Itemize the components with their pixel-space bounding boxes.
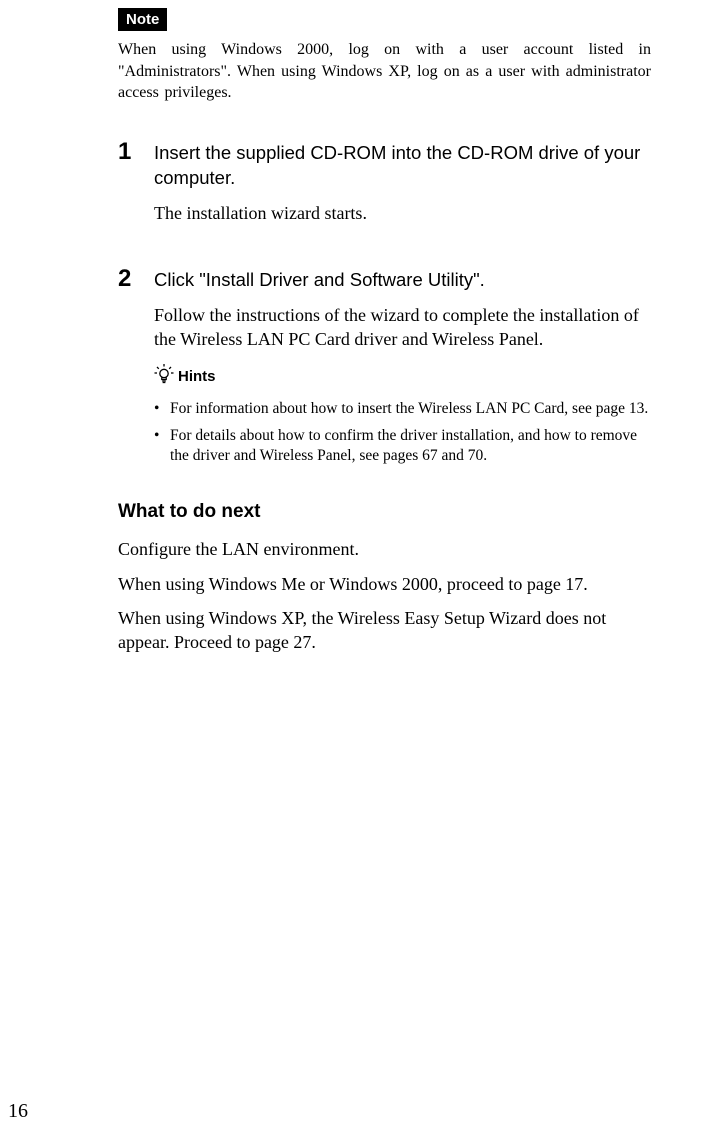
step-title: Click "Install Driver and Software Utili… xyxy=(154,268,651,293)
step-desc: Follow the instructions of the wizard to… xyxy=(154,303,651,352)
bullet-icon: • xyxy=(154,426,170,468)
step-number: 1 xyxy=(118,138,154,166)
hints-list: • For information about how to insert th… xyxy=(154,399,651,468)
note-badge: Note xyxy=(118,8,167,31)
hint-text: For information about how to insert the … xyxy=(170,399,648,420)
page-content: Note When using Windows 2000, log on wit… xyxy=(0,0,713,655)
step-title: Insert the supplied CD-ROM into the CD-R… xyxy=(154,141,651,191)
paragraph: When using Windows XP, the Wireless Easy… xyxy=(118,606,651,655)
section-heading: What to do next xyxy=(118,501,651,523)
note-text: When using Windows 2000, log on with a u… xyxy=(118,39,651,104)
list-item: • For information about how to insert th… xyxy=(154,399,651,420)
page-number: 16 xyxy=(8,1100,28,1123)
lightbulb-icon xyxy=(154,364,178,389)
paragraph: Configure the LAN environment. xyxy=(118,537,651,561)
step-number: 2 xyxy=(118,265,154,293)
hints-label: Hints xyxy=(178,368,216,385)
step-desc: The installation wizard starts. xyxy=(154,201,651,225)
paragraph: When using Windows Me or Windows 2000, p… xyxy=(118,572,651,596)
step-1: 1 Insert the supplied CD-ROM into the CD… xyxy=(118,138,651,237)
step-2: 2 Click "Install Driver and Software Uti… xyxy=(118,265,651,473)
list-item: • For details about how to confirm the d… xyxy=(154,426,651,468)
hint-text: For details about how to confirm the dri… xyxy=(170,426,651,468)
hints-header: Hints xyxy=(154,364,651,389)
bullet-icon: • xyxy=(154,399,170,420)
